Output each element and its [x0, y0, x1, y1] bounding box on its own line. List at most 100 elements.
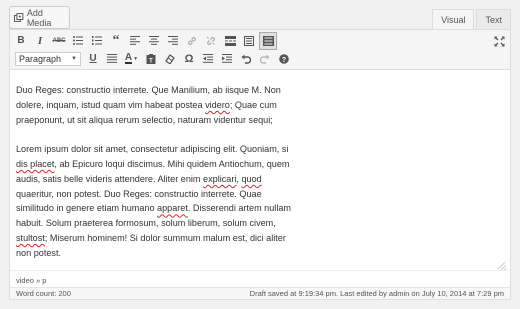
editor-toolbar: B I ABC “ Paragraph ▼ U A ▼ T Ω ? [10, 30, 510, 70]
chevron-down-icon: ▼ [71, 55, 77, 62]
tab-visual[interactable]: Visual [432, 9, 475, 31]
misspelled-word: quod [241, 173, 262, 184]
text-fragment: dolere, inquam, istud quam vim habeat po… [16, 99, 206, 110]
draft-status: Draft saved at 9:19:34 pm. Last edited b… [249, 289, 504, 298]
numbered-list-icon [92, 36, 102, 45]
kitchen-sink-icon [262, 35, 274, 46]
fullscreen-icon [244, 35, 254, 46]
underline-icon: U [89, 53, 97, 64]
numbered-list-button[interactable] [88, 32, 106, 50]
redo-icon [260, 54, 270, 64]
blockquote-button[interactable]: “ [107, 32, 125, 50]
svg-text:?: ? [282, 57, 286, 64]
text-color-button[interactable]: A ▼ [122, 50, 141, 68]
align-left-button[interactable] [126, 32, 144, 50]
redo-button[interactable] [256, 50, 274, 68]
add-media-label: Add Media [26, 7, 52, 28]
text-fragment: , ab Epicuro loqui discimus. Mihi quidem… [54, 158, 290, 169]
distraction-free-button[interactable] [490, 32, 508, 50]
read-more-button[interactable] [221, 32, 239, 50]
editor-top-bar: Add Media Visual Text [0, 0, 520, 31]
text-fragment: ; Quae cum [229, 99, 277, 110]
strikethrough-button[interactable]: ABC [50, 32, 68, 50]
text-line: dis placet, ab Epicuro loqui discimus. M… [16, 159, 289, 169]
text-fragment: audis, satis belle videris attendere. Al… [16, 173, 204, 184]
special-character-icon: Ω [184, 52, 194, 65]
align-center-icon [149, 36, 159, 45]
underline-button[interactable]: U [84, 50, 102, 68]
indent-icon [222, 54, 232, 63]
insert-link-icon [188, 36, 196, 45]
strikethrough-icon: ABC [52, 37, 66, 44]
text-line: non potest. [16, 247, 61, 258]
chevron-down-icon: ▼ [133, 55, 139, 62]
paragraph-2: Lorem ipsum dolor sit amet, consectetur … [16, 142, 306, 260]
toolbar-row-2: Paragraph ▼ U A ▼ T Ω ? [12, 49, 294, 68]
insert-link-button[interactable] [183, 32, 201, 50]
help-button[interactable]: ? [275, 50, 293, 68]
read-more-icon [224, 35, 236, 46]
editor-mode-tabs: Visual Text [432, 9, 511, 31]
text-line: praeponunt, ut sit aliqua rerum selectio… [16, 114, 273, 125]
justify-button[interactable] [103, 50, 121, 68]
paste-as-text-button[interactable]: T [142, 50, 160, 68]
format-select-value: Paragraph [19, 53, 62, 64]
fullscreen-button[interactable] [240, 32, 258, 50]
misspelled-word: apparet [157, 203, 188, 214]
paragraph-1: Duo Reges: constructio interrete. Que Ma… [16, 83, 306, 127]
text-fragment: . Disserendi artem nullam [187, 203, 291, 214]
undo-button[interactable] [237, 50, 255, 68]
editor-content[interactable]: Duo Reges: constructio interrete. Que Ma… [16, 83, 306, 275]
svg-text:T: T [149, 58, 153, 64]
help-icon: ? [279, 53, 289, 64]
indent-button[interactable] [218, 50, 236, 68]
kitchen-sink-button[interactable] [259, 31, 277, 50]
media-icon [14, 12, 24, 22]
expand-icon [494, 36, 504, 46]
text-line: habuit. Solum praeterea formosum, solum … [16, 218, 276, 229]
status-bar: Word count: 200 Draft saved at 9:19:34 p… [9, 287, 511, 300]
text-fragment: similitudo in genere etiam humano [16, 203, 158, 214]
misspelled-word: videro [205, 99, 230, 110]
italic-button[interactable]: I [31, 32, 49, 50]
text-color-icon: A [124, 52, 133, 64]
misspelled-word: dis placet [16, 158, 55, 169]
align-center-button[interactable] [145, 32, 163, 50]
justify-icon [107, 54, 117, 63]
text-line: dolere, inquam, istud quam vim habeat po… [16, 100, 277, 110]
tab-text[interactable]: Text [476, 9, 511, 31]
editor-box: B I ABC “ Paragraph ▼ U A ▼ T Ω ? Duo Re… [9, 29, 511, 300]
undo-icon [241, 54, 251, 64]
paste-as-text-icon: T [146, 53, 156, 64]
text-line: Lorem ipsum dolor sit amet, consectetur … [16, 144, 289, 155]
outdent-button[interactable] [199, 50, 217, 68]
bold-icon: B [17, 35, 25, 46]
special-character-button[interactable]: Ω [180, 50, 198, 68]
outdent-icon [203, 54, 213, 63]
align-right-icon [168, 36, 178, 45]
text-line: similitudo in genere etiam humano appare… [16, 203, 291, 213]
text-line: audis, satis belle videris attendere. Al… [16, 174, 262, 184]
add-media-button[interactable]: Add Media [9, 6, 70, 29]
format-select[interactable]: Paragraph ▼ [15, 51, 81, 66]
word-count: Word count: 200 [16, 289, 71, 298]
misspelled-word: stultost [16, 232, 45, 243]
align-right-button[interactable] [164, 32, 182, 50]
clear-formatting-icon [165, 53, 175, 64]
misspelled-word: explicari [203, 173, 237, 184]
bulleted-list-icon [73, 36, 83, 45]
align-left-icon [130, 36, 140, 45]
clear-formatting-button[interactable] [161, 50, 179, 68]
bold-button[interactable]: B [12, 32, 30, 50]
text-line: Duo Reges: constructio interrete. Que Ma… [16, 85, 281, 95]
toolbar-row-1: B I ABC “ [12, 31, 278, 50]
italic-icon: I [37, 34, 43, 47]
text-line: quaeritur, non potest. Duo Reges: constr… [16, 188, 262, 199]
remove-link-icon [206, 36, 215, 45]
remove-link-button[interactable] [202, 32, 220, 50]
bulleted-list-button[interactable] [69, 32, 87, 50]
text-fragment: ; Miserum hominem! Si dolor summum malum… [44, 232, 286, 243]
text-line: stultost; Miserum hominem! Si dolor summ… [16, 233, 286, 243]
element-path[interactable]: video » p [16, 276, 46, 285]
blockquote-icon: “ [112, 32, 120, 48]
